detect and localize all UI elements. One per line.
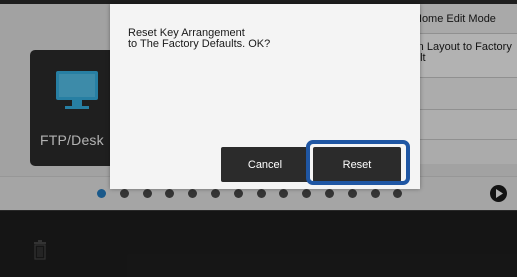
cancel-button[interactable]: Cancel: [221, 147, 309, 182]
reset-button-highlight: [306, 140, 410, 185]
dialog-message: Reset Key Arrangement to The Factory Def…: [128, 27, 271, 50]
